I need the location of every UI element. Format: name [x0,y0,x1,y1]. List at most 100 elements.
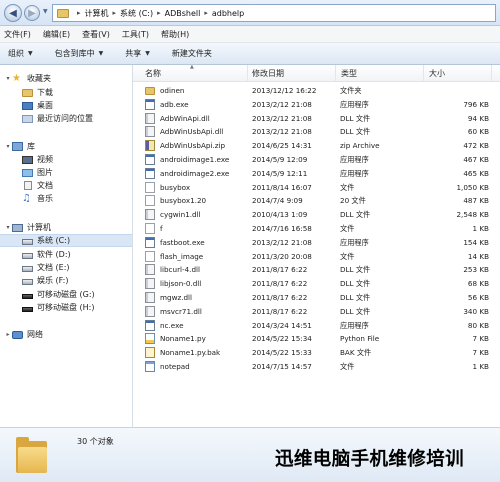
nav-favorites[interactable]: ▾ ★ 收藏夹 [0,72,132,85]
expand-icon[interactable]: ▸ [4,331,12,338]
file-date: 2013/2/12 21:08 [252,127,312,137]
nav-drive-h[interactable]: 可移动磁盘 (H:) [0,301,132,314]
nav-drive-e[interactable]: 文档 (E:) [0,261,132,274]
file-name-cell[interactable]: mgwz.dll [145,291,248,304]
breadcrumb-drive-c[interactable]: 系统 (C:) [120,8,153,19]
file-name-cell[interactable]: busybox [145,181,248,194]
table-row[interactable]: androidimage1.exe 2014/5/9 12:09 应用程序 467 K… [133,153,500,166]
table-row[interactable]: Noname1.py.bak 2014/5/22 15:33 BAK 文件 7 KB [133,346,500,359]
organize-button[interactable]: 组织 ▼ [8,48,33,59]
address-path[interactable]: ▸ 计算机 ▸ 系统 (C:) ▸ ADBshell ▸ adbhelp [52,4,496,22]
nav-drive-d[interactable]: 软件 (D:) [0,248,132,261]
file-name: notepad [160,362,190,371]
breadcrumb-adbshell[interactable]: ADBshell [165,9,201,18]
back-arrow-icon[interactable]: ◀ [4,4,22,22]
table-row[interactable]: msvcr71.dll 2011/8/17 6:22 DLL 文件 340 KB [133,305,500,318]
nav-drive-g[interactable]: 可移动磁盘 (G:) [0,288,132,301]
file-name-cell[interactable]: fastboot.exe [145,236,248,249]
file-name-cell[interactable]: odinen [145,84,248,97]
file-name-cell[interactable]: AdbWinUsbApi.dll [145,125,248,138]
file-name-cell[interactable]: busybox1.20 [145,194,248,207]
table-row[interactable]: AdbWinUsbApi.zip 2014/6/25 14:31 zip Archi… [133,139,500,152]
column-name[interactable]: ▲ 名称 [133,65,248,82]
file-name-cell[interactable]: androidimage2.exe [145,167,248,180]
table-row[interactable]: busybox1.20 2014/7/4 9:09 20 文件 487 KB [133,194,500,207]
table-row[interactable]: notepad 2014/7/15 14:57 文件 1 KB [133,360,500,373]
nav-drive-c[interactable]: 系统 (C:) [0,234,132,247]
nav-library[interactable]: ▾ 库 [0,140,132,153]
nav-downloads[interactable]: 下载 [0,86,132,99]
nav-drive-f[interactable]: 娱乐 (F:) [0,274,132,287]
forward-arrow-icon[interactable]: ▶ [24,5,40,21]
table-row[interactable]: busybox 2011/8/14 16:07 文件 1,050 KB [133,181,500,194]
table-row[interactable]: cygwin1.dll 2010/4/13 1:09 DLL 文件 2,548 KB [133,208,500,221]
nav-drive-d-label: 软件 (D:) [37,250,71,259]
expand-icon[interactable]: ▾ [4,143,12,150]
table-row[interactable]: nc.exe 2014/3/24 14:51 应用程序 80 KB [133,319,500,332]
include-in-library-button[interactable]: 包含到库中 ▼ [55,48,104,59]
menu-file[interactable]: 文件(F) [4,29,31,40]
nav-music[interactable]: ♫ 音乐 [0,192,132,205]
column-size[interactable]: 大小 [424,65,492,82]
file-name-cell[interactable]: flash_image [145,250,248,263]
file-name-cell[interactable]: AdbWinApi.dll [145,112,248,125]
menu-help[interactable]: 帮助(H) [161,29,189,40]
file-name: cygwin1.dll [160,210,201,220]
file-name-cell[interactable]: Noname1.py [145,332,248,345]
file-name-cell[interactable]: f [145,222,248,235]
table-row[interactable]: fastboot.exe 2013/2/12 21:08 应用程序 154 KB [133,236,500,249]
file-name-cell[interactable]: libcurl-4.dll [145,263,248,276]
menu-tools[interactable]: 工具(T) [122,29,149,40]
table-row[interactable]: adb.exe 2013/2/12 21:08 应用程序 796 KB [133,98,500,111]
expand-icon[interactable]: ▾ [4,224,12,231]
column-date[interactable]: 修改日期 [248,65,336,82]
nav-network[interactable]: ▸ 网络 [0,328,132,341]
new-folder-button[interactable]: 新建文件夹 [172,48,212,59]
chevron-right-icon[interactable]: ▸ [204,9,208,17]
usb-drive-icon [22,306,33,312]
history-dropdown-icon[interactable]: ▼ [43,8,48,15]
menu-view[interactable]: 查看(V) [82,29,110,40]
table-row[interactable]: AdbWinApi.dll 2013/2/12 21:08 DLL 文件 94 KB [133,112,500,125]
nav-documents[interactable]: 文档 [0,179,132,192]
file-name-cell[interactable]: androidimage1.exe [145,153,248,166]
file-name-cell[interactable]: notepad [145,360,248,373]
share-button[interactable]: 共享 ▼ [125,48,150,59]
breadcrumb-computer[interactable]: 计算机 [85,8,109,19]
table-row[interactable]: AdbWinUsbApi.dll 2013/2/12 21:08 DLL 文件 60 … [133,125,500,138]
nav-computer[interactable]: ▾ 计算机 [0,221,132,234]
file-type: 文件夹 [340,86,362,95]
chevron-right-icon[interactable]: ▸ [77,9,81,17]
nav-video[interactable]: 视频 [0,153,132,166]
table-row[interactable]: odinen 2013/12/12 16:22 文件夹 [133,84,500,97]
file-list-pane: ▲ 名称 修改日期 类型 大小 odinen 2013/12/12 16:22 文件… [133,65,500,427]
computer-icon [12,224,23,232]
chevron-right-icon[interactable]: ▸ [113,9,117,17]
file-name-cell[interactable]: AdbWinUsbApi.zip [145,139,248,152]
table-row[interactable]: libcurl-4.dll 2011/8/17 6:22 DLL 文件 253 KB [133,263,500,276]
breadcrumb-adbhelp[interactable]: adbhelp [212,9,244,18]
file-name-cell[interactable]: msvcr71.dll [145,305,248,318]
nav-pictures[interactable]: 图片 [0,166,132,179]
nav-computer-label: 计算机 [27,223,51,232]
nav-recent[interactable]: 最近访问的位置 [0,112,132,125]
file-type: 文件 [340,251,355,261]
folder-icon [16,437,47,473]
file-name-cell[interactable]: adb.exe [145,98,248,111]
table-row[interactable]: f 2014/7/16 16:58 文件 1 KB [133,222,500,235]
column-type[interactable]: 类型 [336,65,424,82]
table-row[interactable]: androidimage2.exe 2014/5/9 12:11 应用程序 465 K… [133,167,500,180]
file-name-cell[interactable]: Noname1.py.bak [145,346,248,359]
menu-edit[interactable]: 编辑(E) [43,29,70,40]
nav-desktop[interactable]: 桌面 [0,99,132,112]
file-name-cell[interactable]: libjson-0.dll [145,277,248,290]
file-name-cell[interactable]: nc.exe [145,319,248,332]
table-row[interactable]: mgwz.dll 2011/8/17 6:22 DLL 文件 56 KB [133,291,500,304]
file-name: AdbWinUsbApi.dll [160,127,224,137]
table-row[interactable]: libjson-0.dll 2011/8/17 6:22 DLL 文件 68 KB [133,277,500,290]
table-row[interactable]: flash_image 2011/3/20 20:08 文件 14 KB [133,250,500,263]
file-name-cell[interactable]: cygwin1.dll [145,208,248,221]
chevron-right-icon[interactable]: ▸ [157,9,161,17]
table-row[interactable]: Noname1.py 2014/5/22 15:34 Python File 7 KB [133,332,500,345]
expand-icon[interactable]: ▾ [4,75,12,82]
